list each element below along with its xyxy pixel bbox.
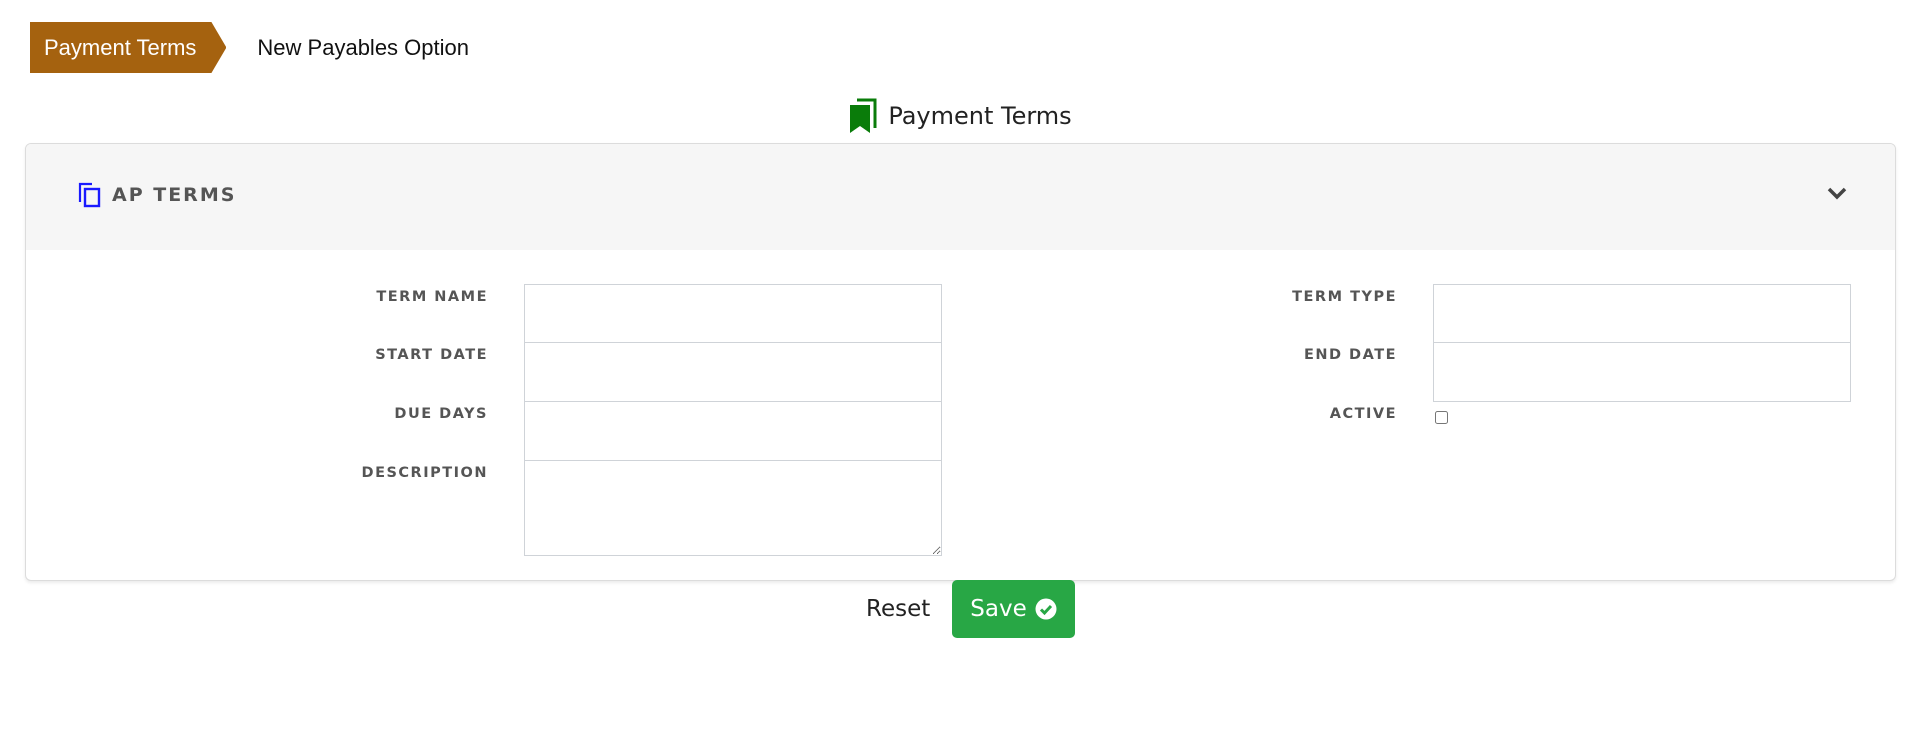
breadcrumb: Payment Terms New Payables Option [30, 22, 469, 73]
breadcrumb-item-payment-terms[interactable]: Payment Terms [30, 22, 226, 73]
ap-terms-card: AP TERMS TERM NAME START DATE DUE DAYS D… [25, 143, 1896, 581]
page-title: Payment Terms [0, 98, 1920, 134]
check-circle-icon [1035, 598, 1057, 620]
start-date-input[interactable] [524, 342, 942, 402]
active-label: ACTIVE [1329, 406, 1397, 422]
breadcrumb-item-current: New Payables Option [257, 34, 469, 60]
card-header[interactable]: AP TERMS [26, 144, 1895, 250]
end-date-input[interactable] [1433, 342, 1851, 402]
due-days-input[interactable] [524, 401, 942, 461]
active-checkbox[interactable] [1435, 411, 1448, 424]
term-name-label: TERM NAME [376, 289, 488, 305]
copy-icon [78, 182, 101, 208]
term-type-input[interactable] [1433, 284, 1851, 343]
term-name-input[interactable] [524, 284, 942, 343]
end-date-label: END DATE [1303, 347, 1397, 363]
save-button-label: Save [970, 596, 1027, 622]
start-date-label: START DATE [375, 347, 488, 363]
term-type-label: TERM TYPE [1292, 289, 1397, 305]
page-title-text: Payment Terms [888, 102, 1072, 130]
breadcrumb-item-label: Payment Terms [44, 34, 197, 60]
save-button[interactable]: Save [952, 580, 1075, 638]
description-textarea[interactable] [524, 460, 942, 556]
bookmarks-icon [850, 98, 877, 133]
reset-button[interactable]: Reset [866, 596, 930, 622]
due-days-label: DUE DAYS [394, 406, 488, 422]
chevron-down-icon[interactable] [1827, 186, 1847, 200]
section-title: AP TERMS [112, 184, 237, 206]
description-label: DESCRIPTION [361, 465, 488, 481]
